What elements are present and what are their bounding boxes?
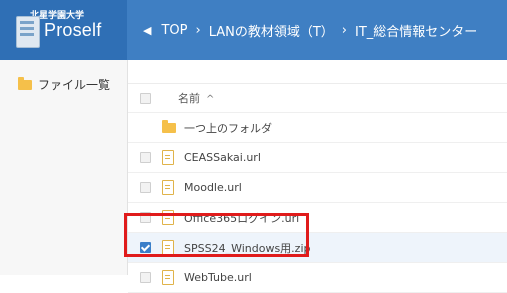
sidebar-item-file-list[interactable]: ファイル一覧 [18, 76, 110, 93]
toolbar-area [128, 60, 507, 84]
file-list: 名前 ^ 一つ上のフォルダ CEASSakai.url Moodle.url Of… [128, 60, 507, 293]
chevron-left-icon[interactable]: ◀ [143, 24, 151, 37]
file-name[interactable]: 一つ上のフォルダ [184, 120, 272, 136]
row-checkbox[interactable] [140, 212, 151, 223]
row-checkbox[interactable] [140, 182, 151, 193]
select-all-checkbox[interactable] [140, 92, 151, 104]
list-item-selected[interactable]: SPSS24_Windows用.zip [128, 233, 507, 263]
row-checkbox[interactable] [140, 152, 151, 163]
list-item[interactable]: CEASSakai.url [128, 143, 507, 173]
breadcrumb-item-it[interactable]: IT_総合情報センター [355, 21, 477, 40]
breadcrumb: ◀ TOP › LANの教材領域（T） › IT_総合情報センター [127, 0, 507, 60]
row-checkbox-checked[interactable] [140, 242, 151, 253]
file-icon [162, 150, 174, 165]
chevron-right-icon: › [195, 22, 201, 38]
file-name[interactable]: SPSS24_Windows用.zip [184, 240, 311, 256]
logo[interactable]: 北星学園大学 Proself [0, 0, 127, 60]
file-name[interactable]: Office365ログイン.url [184, 210, 299, 226]
row-checkbox[interactable] [140, 272, 151, 283]
file-name[interactable]: WebTube.url [184, 271, 252, 284]
column-name-header[interactable]: 名前 ^ [178, 90, 214, 106]
list-item[interactable]: WebTube.url [128, 263, 507, 293]
sidebar: ファイル一覧 [0, 60, 128, 275]
file-icon [162, 240, 174, 255]
list-item[interactable]: Moodle.url [128, 173, 507, 203]
file-name[interactable]: Moodle.url [184, 181, 242, 194]
breadcrumb-item-lan[interactable]: LANの教材領域（T） [209, 21, 334, 40]
chevron-right-icon: › [341, 22, 347, 38]
folder-icon [18, 76, 32, 90]
sidebar-item-label: ファイル一覧 [38, 78, 111, 92]
list-header: 名前 ^ [128, 84, 507, 113]
sort-ascending-icon: ^ [206, 94, 215, 105]
server-icon [16, 16, 40, 48]
file-icon [162, 270, 174, 285]
app-name: Proself [44, 20, 102, 40]
file-name[interactable]: CEASSakai.url [184, 151, 261, 164]
list-item-parent-folder[interactable]: 一つ上のフォルダ [128, 113, 507, 143]
app-header: 北星学園大学 Proself ◀ TOP › LANの教材領域（T） › IT_… [0, 0, 507, 60]
column-name-label: 名前 [178, 92, 200, 105]
file-icon [162, 210, 174, 225]
breadcrumb-item-top[interactable]: TOP [161, 23, 187, 38]
file-icon [162, 180, 174, 195]
list-item[interactable]: Office365ログイン.url [128, 203, 507, 233]
folder-icon [162, 119, 176, 133]
